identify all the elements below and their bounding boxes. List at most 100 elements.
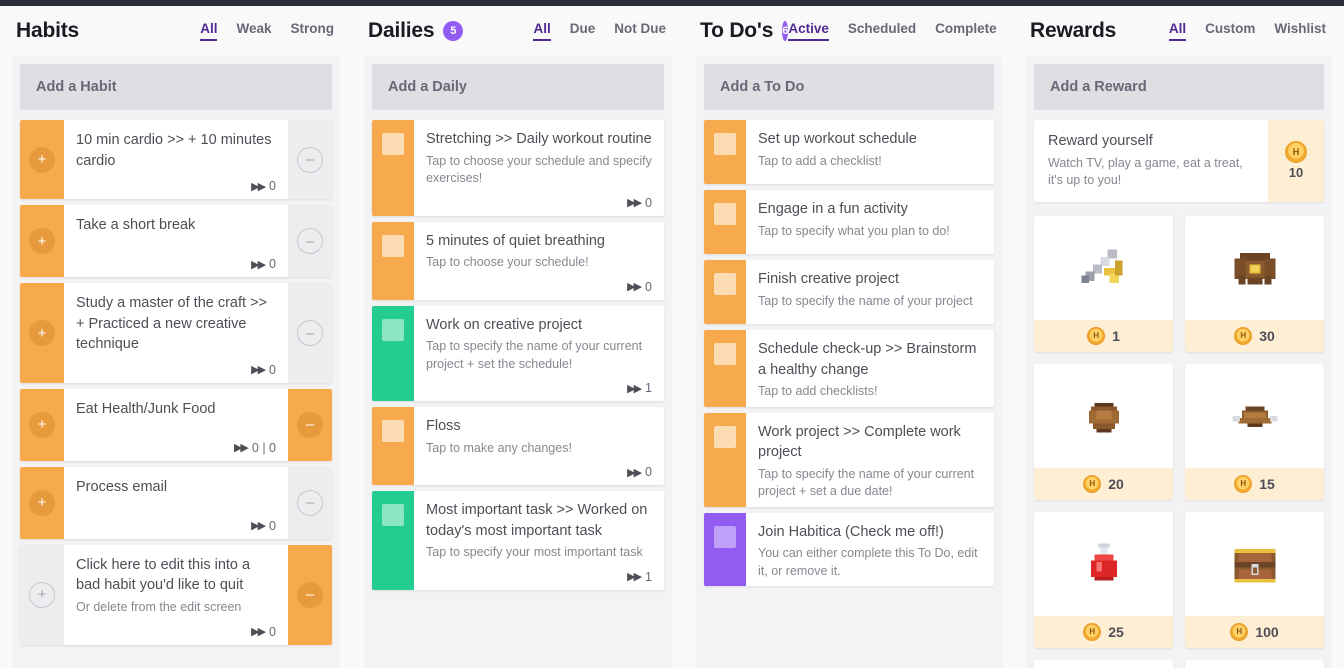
todo-checkbox-bar[interactable] <box>704 120 746 184</box>
habit-body: Process email ▶▶ 0 <box>64 467 288 539</box>
todo-checkbox-bar[interactable] <box>704 330 746 407</box>
add-habit-button[interactable]: Add a Habit <box>20 64 332 110</box>
plus-icon[interactable]: + <box>29 228 55 255</box>
tab-rewards-all[interactable]: All <box>1169 21 1186 41</box>
plus-icon[interactable]: + <box>29 146 55 173</box>
tab-dailies-due[interactable]: Due <box>570 21 596 41</box>
minus-icon[interactable]: – <box>297 320 323 347</box>
todo-card[interactable]: Finish creative project Tap to specify th… <box>704 260 994 324</box>
todo-card[interactable]: Set up workout schedule Tap to add a chec… <box>704 120 994 184</box>
todo-body: Work project >> Complete work project Tap… <box>746 413 994 507</box>
daily-checkbox-bar[interactable] <box>372 407 414 486</box>
todo-card[interactable]: Schedule check-up >> Brainstorm a health… <box>704 330 994 407</box>
todo-checkbox-bar[interactable] <box>704 260 746 324</box>
habit-minus-side[interactable]: – <box>288 544 332 645</box>
daily-card[interactable]: Stretching >> Daily workout routine Tap t… <box>372 120 664 216</box>
habit-card[interactable]: + Click here to edit this into a bad habi… <box>20 544 332 645</box>
tab-todos-complete[interactable]: Complete <box>935 21 997 41</box>
minus-icon[interactable]: – <box>297 228 323 255</box>
todo-body: Set up workout schedule Tap to add a chec… <box>746 120 994 184</box>
todo-card[interactable]: Join Habitica (Check me off!) You can eit… <box>704 512 994 587</box>
reward-item-card[interactable]: H 30 <box>1185 215 1324 352</box>
add-reward-button[interactable]: Add a Reward <box>1034 64 1324 110</box>
checkbox-icon[interactable] <box>382 504 404 527</box>
habit-card[interactable]: + Process email ▶▶ 0– <box>20 466 332 539</box>
daily-card[interactable]: 5 minutes of quiet breathing Tap to choos… <box>372 221 664 300</box>
plus-icon[interactable]: + <box>29 411 55 438</box>
reward-item-footer: H 30 <box>1185 319 1324 352</box>
daily-checkbox-bar[interactable] <box>372 491 414 590</box>
todo-checkbox-bar[interactable] <box>704 412 746 507</box>
tab-rewards-custom[interactable]: Custom <box>1205 21 1255 41</box>
habit-plus-side[interactable]: + <box>20 388 64 461</box>
dailies-tabs: All Due Not Due <box>533 21 668 41</box>
plus-icon[interactable]: + <box>29 320 55 347</box>
habit-plus-side[interactable]: + <box>20 205 64 278</box>
plus-icon[interactable]: + <box>29 489 55 516</box>
habit-plus-side[interactable]: + <box>20 283 64 383</box>
reward-item-price: 25 <box>1108 623 1124 640</box>
daily-checkbox-bar[interactable] <box>372 120 414 216</box>
habit-card[interactable]: +10 min cardio >> + 10 minutes cardio ▶▶ 0… <box>20 120 332 200</box>
checkbox-icon[interactable] <box>714 203 736 225</box>
tab-habits-strong[interactable]: Strong <box>291 21 335 41</box>
reward-item-card[interactable]: H1 <box>1034 215 1173 352</box>
tab-dailies-not-due[interactable]: Not Due <box>614 21 666 41</box>
todo-body: Finish creative project Tap to specify th… <box>746 260 994 324</box>
tab-todos-scheduled[interactable]: Scheduled <box>848 21 916 41</box>
todo-checkbox-bar[interactable] <box>704 512 746 587</box>
add-todo-button[interactable]: Add a To Do <box>704 64 994 110</box>
checkbox-icon[interactable] <box>382 318 404 341</box>
custom-reward-card[interactable]: Reward yourself Watch TV, play a game, e… <box>1034 120 1324 202</box>
reward-item-card[interactable]: H 20 <box>1034 363 1173 500</box>
column-todos: To Do's 6 Active Scheduled Complete Add … <box>684 6 1014 668</box>
checkbox-icon[interactable] <box>714 133 736 155</box>
habits-body: Add a Habit +10 min cardio >> + 10 minut… <box>12 56 340 668</box>
habit-plus-side[interactable]: + <box>20 120 64 200</box>
daily-card[interactable]: Floss Tap to make any changes! ▶▶ 0 <box>372 407 664 486</box>
habit-streak-value: 0 <box>269 518 276 533</box>
daily-checkbox-bar[interactable] <box>372 221 414 300</box>
minus-icon[interactable]: – <box>297 581 323 608</box>
checkbox-icon[interactable] <box>382 133 404 155</box>
habit-card[interactable]: + Take a short break ▶▶ 0– <box>20 205 332 278</box>
todo-card[interactable]: Work project >> Complete work project Tap… <box>704 412 994 507</box>
habit-card[interactable]: + Study a master of the craft >> + Practi… <box>20 283 332 383</box>
checkbox-icon[interactable] <box>714 425 736 448</box>
minus-icon[interactable]: – <box>297 146 323 173</box>
minus-icon[interactable]: – <box>297 411 323 438</box>
daily-card[interactable]: Most important task >> Worked on today's… <box>372 491 664 590</box>
habit-plus-side[interactable]: + <box>20 466 64 539</box>
habit-minus-side[interactable]: – <box>288 120 332 200</box>
daily-card[interactable]: Work on creative project Tap to specify t… <box>372 305 664 402</box>
tab-dailies-all[interactable]: All <box>533 21 550 41</box>
habit-minus-side[interactable]: – <box>288 283 332 383</box>
checkbox-icon[interactable] <box>382 234 404 257</box>
reward-item-card[interactable]: H 100 <box>1185 511 1324 648</box>
tab-todos-active[interactable]: Active <box>788 21 829 41</box>
todo-card[interactable]: Engage in a fun activity Tap to specify w… <box>704 190 994 254</box>
todos-title: To Do's <box>700 19 774 42</box>
habit-minus-side[interactable]: – <box>288 388 332 461</box>
habit-minus-side[interactable]: – <box>288 466 332 539</box>
checkbox-icon[interactable] <box>382 420 404 443</box>
reward-item-card[interactable] <box>1034 659 1173 668</box>
reward-item-card[interactable]: H 25 <box>1034 511 1173 648</box>
tab-habits-all[interactable]: All <box>200 21 217 41</box>
daily-checkbox-bar[interactable] <box>372 305 414 402</box>
habit-plus-side[interactable]: + <box>20 544 64 645</box>
add-daily-button[interactable]: Add a Daily <box>372 64 664 110</box>
todo-checkbox-bar[interactable] <box>704 190 746 254</box>
plus-icon[interactable]: + <box>29 581 55 608</box>
tab-rewards-wishlist[interactable]: Wishlist <box>1274 21 1326 41</box>
todo-title: Schedule check-up >> Brainstorm a health… <box>758 341 977 378</box>
reward-item-card[interactable] <box>1185 659 1324 668</box>
tab-habits-weak[interactable]: Weak <box>236 21 271 41</box>
checkbox-icon[interactable] <box>714 525 736 548</box>
habit-card[interactable]: + Eat Health/Junk Food ▶▶ 0 | 0– <box>20 388 332 461</box>
checkbox-icon[interactable] <box>714 343 736 365</box>
reward-item-card[interactable]: H 15 <box>1185 363 1324 500</box>
habit-minus-side[interactable]: – <box>288 205 332 278</box>
minus-icon[interactable]: – <box>297 489 323 516</box>
checkbox-icon[interactable] <box>714 273 736 295</box>
